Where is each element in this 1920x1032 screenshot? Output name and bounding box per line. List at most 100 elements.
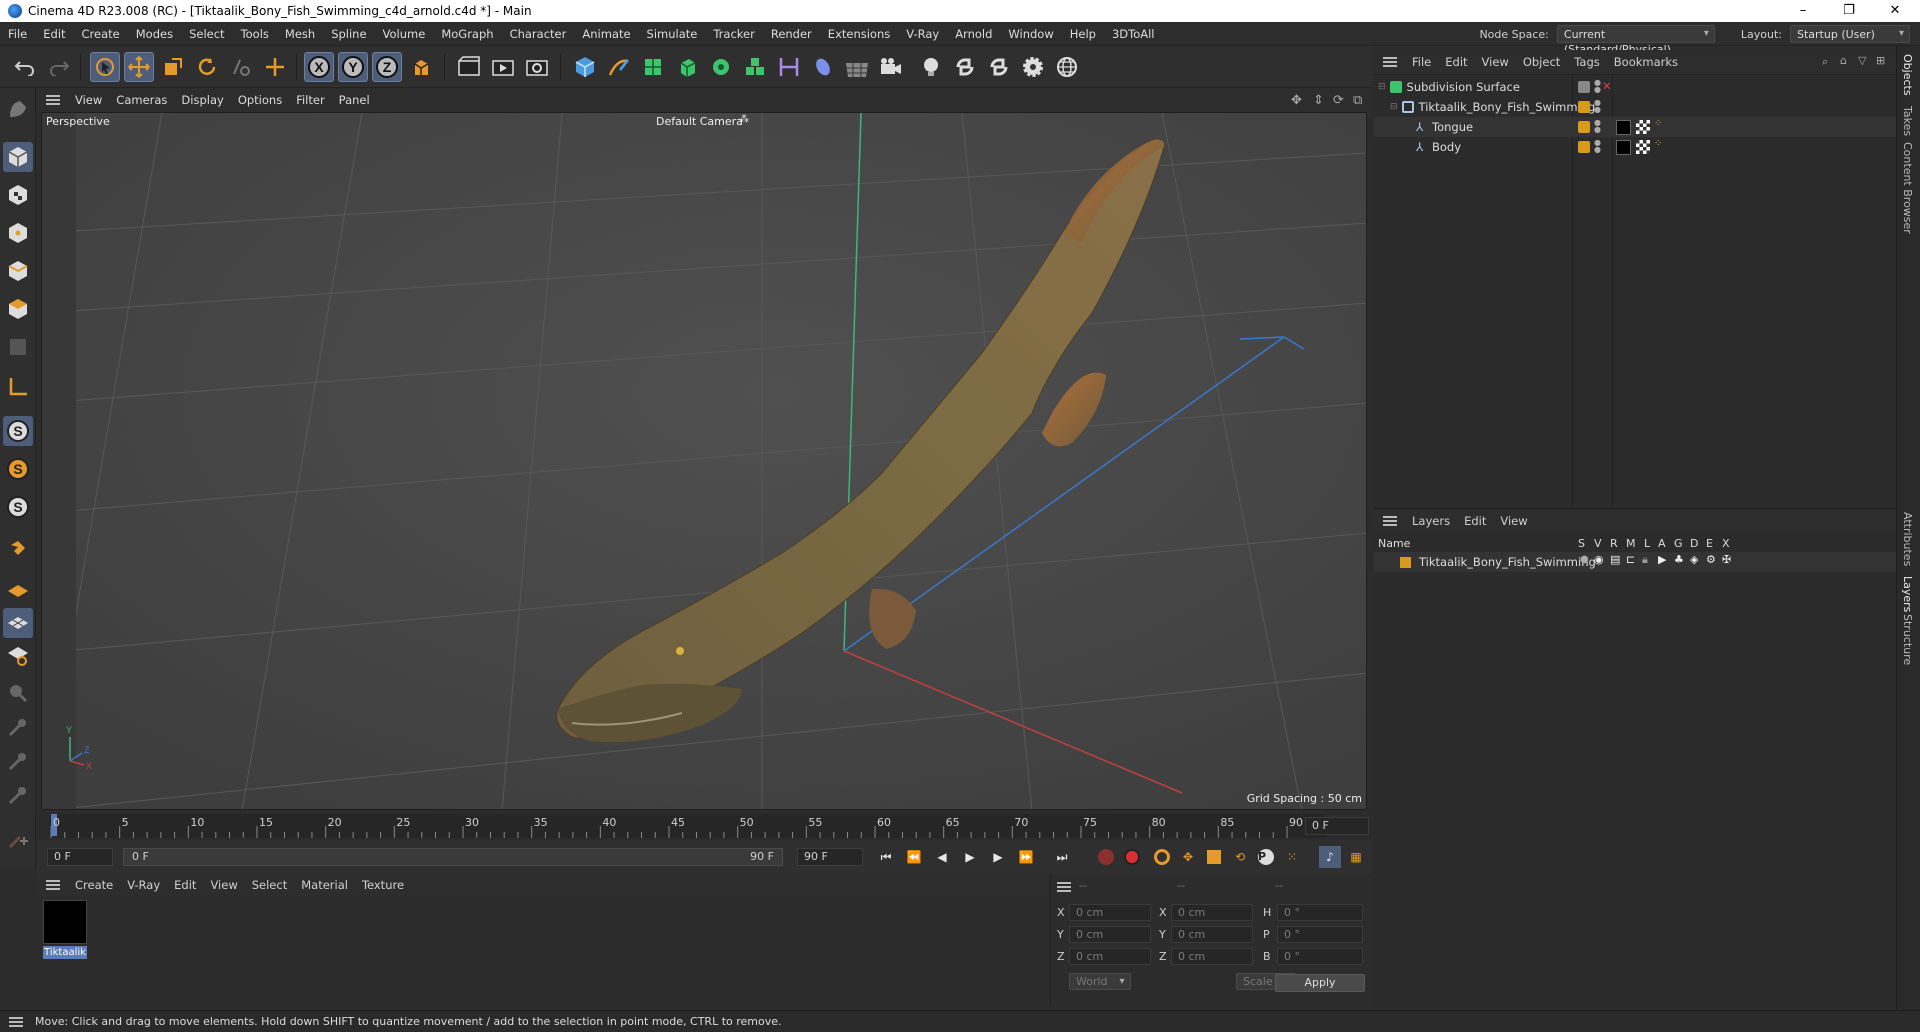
keyframe-selection-icon[interactable] — [1151, 846, 1173, 868]
tab-takes[interactable]: Takes — [1901, 106, 1914, 136]
viewport-menu-cameras[interactable]: Cameras — [109, 93, 174, 107]
record-icon[interactable] — [1095, 846, 1117, 868]
object-new-window-icon[interactable]: ⊞ — [1876, 54, 1885, 67]
mograph-icon[interactable] — [740, 52, 770, 82]
viewport-menu-panel[interactable]: Panel — [332, 93, 377, 107]
layer-manager-icon[interactable]: ⊏ — [1626, 553, 1635, 566]
layer-render-icon[interactable]: ▤ — [1610, 553, 1620, 566]
layer-color-icon[interactable] — [1578, 141, 1590, 153]
locked-workplane-icon[interactable] — [3, 640, 33, 670]
tree-row-tiktaalik[interactable]: ⊟ Tiktaalik_Bony_Fish_Swimming ● ● — [1374, 97, 1896, 117]
size-x-field[interactable]: 0 cm — [1171, 904, 1253, 921]
snap-workplane-icon[interactable]: S — [3, 492, 33, 522]
layer-row[interactable]: Tiktaalik_Bony_Fish_Swimming ● ◉ ▤ ⊏ 🔒︎ … — [1374, 552, 1896, 572]
paint-icon[interactable] — [3, 678, 33, 708]
menu-render[interactable]: Render — [763, 27, 820, 41]
snap-icon[interactable]: S — [3, 416, 33, 446]
size-y-field[interactable]: 0 cm — [1171, 926, 1253, 943]
timeline-mode-icon[interactable]: ♪ — [1319, 846, 1341, 868]
layer-generators-icon[interactable]: ♣ — [1674, 553, 1684, 566]
arnold-tag-icon[interactable]: ⁘ — [1654, 118, 1662, 129]
menu-3dtoall[interactable]: 3DToAll — [1104, 27, 1163, 41]
object-menu-tags[interactable]: Tags — [1567, 55, 1606, 69]
material-menu-select[interactable]: Select — [245, 878, 294, 892]
smooth-icon[interactable] — [3, 780, 33, 810]
key-position-icon[interactable]: ✥ — [1177, 846, 1199, 868]
python-icon[interactable] — [950, 52, 980, 82]
key-pla-icon[interactable]: ⁙ — [1281, 846, 1303, 868]
menu-tracker[interactable]: Tracker — [705, 27, 763, 41]
tab-structure[interactable]: Structure — [1901, 614, 1914, 665]
light-icon[interactable] — [916, 52, 946, 82]
recent-icon[interactable] — [226, 52, 256, 82]
layer-solo-icon[interactable]: ● — [1580, 554, 1589, 565]
key-parameter-icon[interactable]: P — [1255, 846, 1277, 868]
brush-icon[interactable] — [3, 746, 33, 776]
edges-mode-icon[interactable] — [3, 256, 33, 286]
material-menu-texture[interactable]: Texture — [355, 878, 411, 892]
maximize-button[interactable]: ❐ — [1826, 0, 1872, 22]
python2-icon[interactable] — [984, 52, 1014, 82]
viewport-menu-display[interactable]: Display — [174, 93, 230, 107]
layer-visible-icon[interactable]: ◉ — [1594, 553, 1604, 566]
tab-attributes[interactable]: Attributes — [1901, 512, 1914, 566]
material-menu-create[interactable]: Create — [68, 878, 120, 892]
key-scale-icon[interactable] — [1203, 846, 1225, 868]
material-menu-view[interactable]: View — [203, 878, 244, 892]
object-menu-file[interactable]: File — [1405, 55, 1438, 69]
menu-help[interactable]: Help — [1062, 27, 1104, 41]
end-frame-field[interactable]: 90 F — [797, 848, 863, 866]
previous-key-icon[interactable]: ⏪ — [903, 846, 925, 868]
timeline-ruler[interactable]: 0 5 10 15 20 25 30 35 40 45 50 55 60 65 70 75 80 85 90 0 F — [37, 812, 1372, 840]
extrude-icon[interactable] — [672, 52, 702, 82]
magnet-icon[interactable] — [3, 534, 33, 564]
floor-icon[interactable] — [842, 52, 872, 82]
pen-icon[interactable] — [604, 52, 634, 82]
render-view-icon[interactable] — [488, 52, 518, 82]
material-tag-icon[interactable] — [1616, 140, 1631, 155]
material-swatch[interactable]: Tiktaalik — [43, 900, 87, 962]
viewport-rotate-icon[interactable]: ⟳ — [1333, 93, 1344, 108]
enable-toggle-icon[interactable]: ✕ — [1602, 79, 1612, 93]
undo-icon[interactable] — [10, 52, 40, 82]
menu-spline[interactable]: Spline — [323, 27, 374, 41]
add-icon[interactable] — [260, 52, 290, 82]
layer-menu-layers[interactable]: Layers — [1405, 514, 1457, 528]
layout-dropdown[interactable]: Startup (User) — [1790, 25, 1910, 43]
material-panel-menu-icon[interactable] — [46, 880, 60, 890]
object-search-icon[interactable]: ⌕ — [1822, 55, 1828, 69]
axis-x-icon[interactable]: X — [304, 52, 334, 82]
layer-expressions-icon[interactable]: ⚙︎ — [1706, 553, 1716, 566]
grid-icon[interactable] — [3, 608, 33, 638]
layer-xref-icon[interactable]: ✠ — [1722, 553, 1731, 566]
texture-tag-icon[interactable] — [1636, 120, 1650, 134]
globe-icon[interactable] — [1052, 52, 1082, 82]
uv-mode-icon[interactable] — [3, 332, 33, 362]
pos-y-field[interactable]: 0 cm — [1069, 926, 1151, 943]
menu-tools[interactable]: Tools — [233, 27, 277, 41]
workplane-icon[interactable] — [3, 576, 33, 606]
minimize-button[interactable]: – — [1780, 0, 1826, 22]
menu-animate[interactable]: Animate — [574, 27, 638, 41]
sculpt-icon[interactable] — [3, 712, 33, 742]
texture-tag-icon[interactable] — [1636, 140, 1650, 154]
status-menu-icon[interactable] — [9, 1016, 23, 1027]
key-rotation-icon[interactable]: ⟲ — [1229, 846, 1251, 868]
viewport-menu-view[interactable]: View — [68, 93, 109, 107]
menu-create[interactable]: Create — [74, 27, 128, 41]
menu-select[interactable]: Select — [181, 27, 232, 41]
deformer-icon[interactable] — [774, 52, 804, 82]
menu-edit[interactable]: Edit — [35, 27, 73, 41]
layer-lock-icon[interactable]: 🔒︎ — [1642, 553, 1648, 567]
coordinate-icon[interactable] — [406, 52, 436, 82]
snap-settings-icon[interactable]: S — [3, 454, 33, 484]
apply-button[interactable]: Apply — [1275, 974, 1365, 992]
object-menu-object[interactable]: Object — [1516, 55, 1567, 69]
tree-row-subdivision[interactable]: ⊟ Subdivision Surface ● ● ✕ — [1374, 77, 1896, 97]
pos-z-field[interactable]: 0 cm — [1069, 948, 1151, 965]
menu-character[interactable]: Character — [502, 27, 575, 41]
coordinates-menu-icon[interactable] — [1057, 882, 1071, 892]
gear-icon[interactable] — [1018, 52, 1048, 82]
camera-icon[interactable] — [876, 52, 906, 82]
texture-mode-icon[interactable] — [3, 180, 33, 210]
